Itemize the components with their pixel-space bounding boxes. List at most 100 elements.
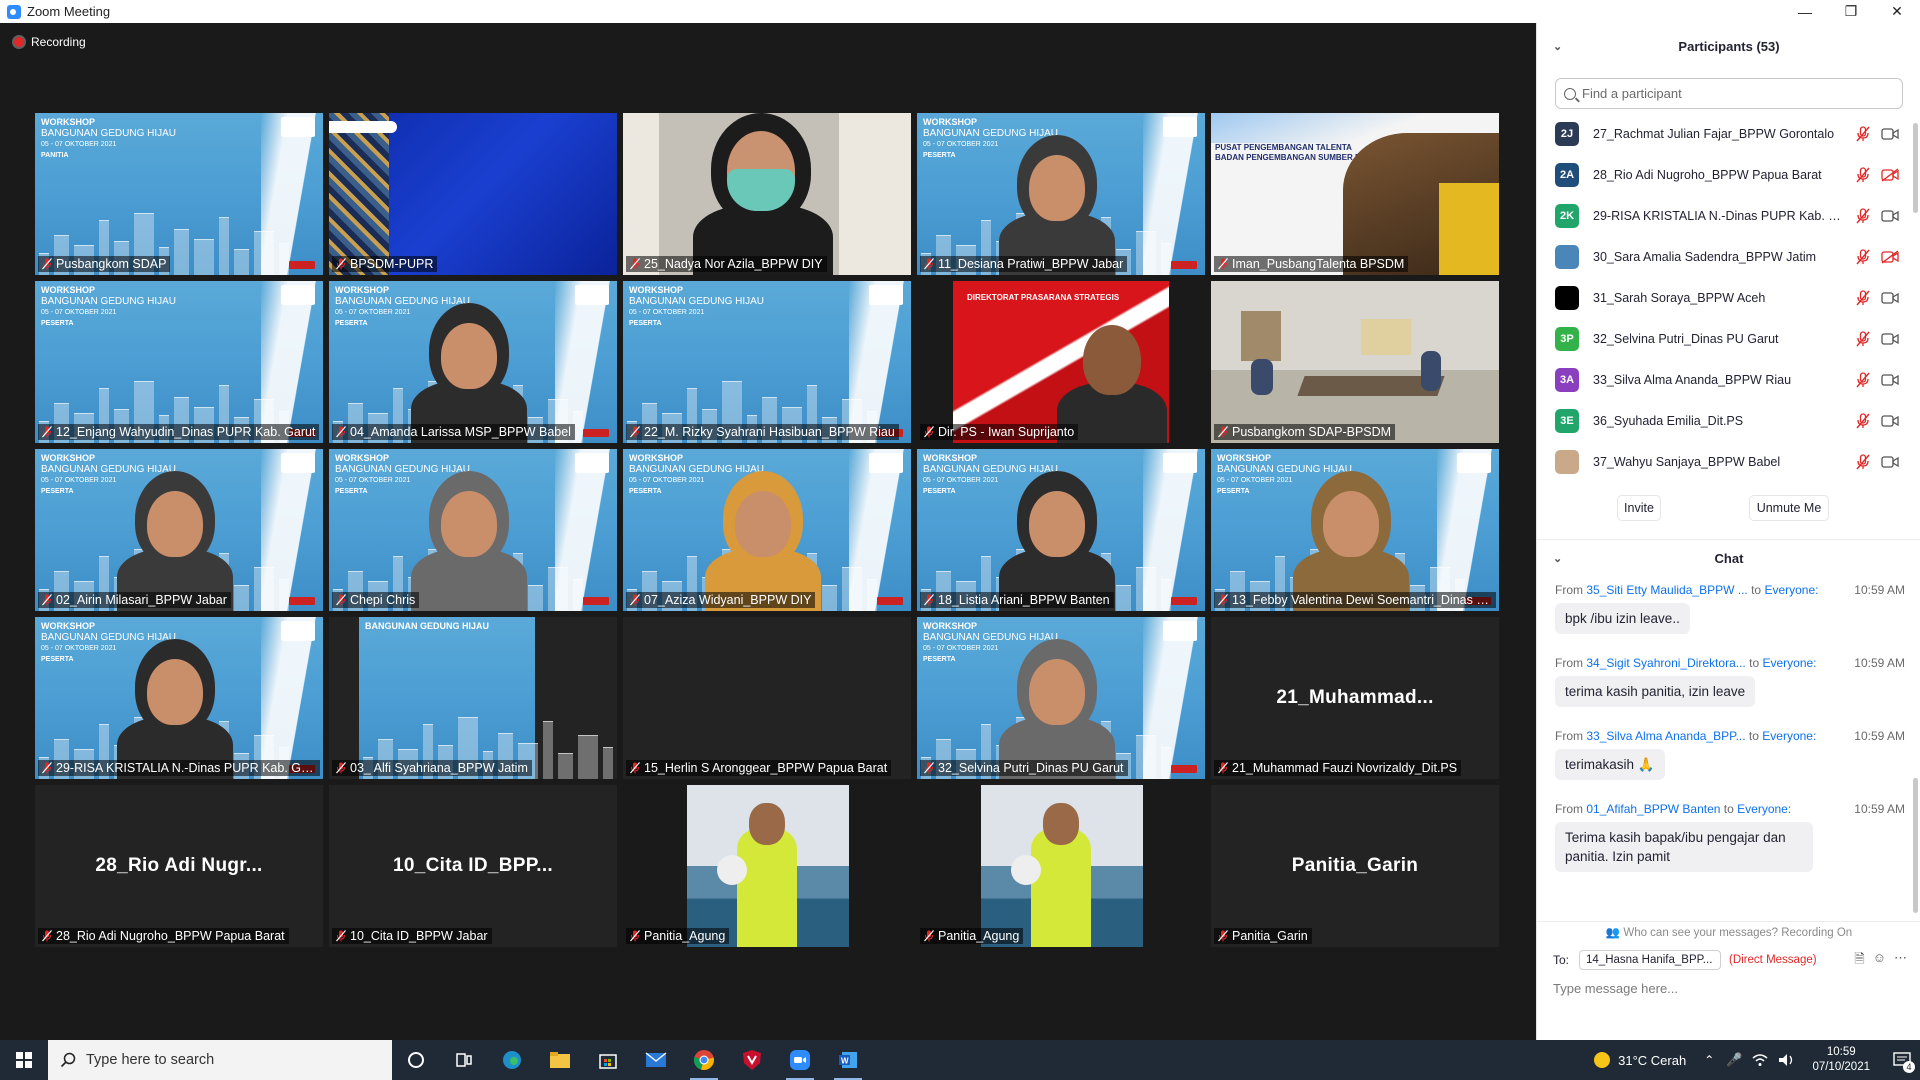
video-tile[interactable]: WORKSHOP BANGUNAN GEDUNG HIJAU 05 - 07 O… — [329, 449, 617, 611]
video-tile[interactable]: Panitia_Agung — [917, 785, 1205, 947]
chat-target[interactable]: Everyone: — [1762, 656, 1816, 670]
video-tile[interactable]: WORKSHOP BANGUNAN GEDUNG HIJAU 05 - 07 O… — [35, 113, 323, 275]
close-button[interactable]: ✕ — [1874, 0, 1920, 23]
participant-scrollbar[interactable] — [1913, 123, 1918, 213]
video-tile[interactable]: 15_Herlin S Aronggear_BPPW Papua Barat — [623, 617, 911, 779]
video-tile[interactable]: 10_Cita ID_BPP... 10_Cita ID_BPPW Jabar — [329, 785, 617, 947]
muted-mic-icon[interactable] — [1856, 125, 1870, 142]
video-tile[interactable]: BPSDM-PUPR — [329, 113, 617, 275]
participant-row[interactable]: 37_Wahyu Sanjaya_BPPW Babel — [1537, 441, 1920, 482]
video-tile[interactable]: WORKSHOP BANGUNAN GEDUNG HIJAU 05 - 07 O… — [917, 113, 1205, 275]
chat-sender[interactable]: 35_Siti Etty Maulida_BPPW ... — [1586, 583, 1747, 597]
participant-row[interactable]: 30_Sara Amalia Sadendra_BPPW Jatim — [1537, 236, 1920, 277]
chat-target[interactable]: Everyone: — [1737, 802, 1791, 816]
unmute-me-button[interactable]: Unmute Me — [1749, 495, 1829, 521]
video-tile[interactable]: Panitia_Agung — [623, 785, 911, 947]
video-tile[interactable]: Pusbangkom SDAP-BPSDM — [1211, 281, 1499, 443]
chat-sender[interactable]: 33_Silva Alma Ananda_BPP... — [1586, 729, 1745, 743]
zoom-taskbar-icon[interactable] — [776, 1040, 824, 1080]
participant-row[interactable]: 2K 29-RISA KRISTALIA N.-Dinas PUPR Kab. G… — [1537, 195, 1920, 236]
chat-scrollbar[interactable] — [1913, 778, 1918, 913]
video-tile[interactable]: WORKSHOP BANGUNAN GEDUNG HIJAU 05 - 07 O… — [623, 281, 911, 443]
muted-mic-icon[interactable] — [1856, 330, 1870, 347]
chat-privacy-notice[interactable]: 👥 Who can see your messages? Recording O… — [1537, 921, 1920, 939]
microphone-icon[interactable]: 🎤 — [1726, 1052, 1742, 1068]
participant-search[interactable] — [1555, 78, 1903, 109]
antivirus-icon[interactable] — [728, 1040, 776, 1080]
chat-sender[interactable]: 34_Sigit Syahroni_Direktora... — [1586, 656, 1745, 670]
video-tile[interactable]: WORKSHOP BANGUNAN GEDUNG HIJAU 05 - 07 O… — [1211, 449, 1499, 611]
video-icon[interactable] — [1881, 127, 1899, 141]
participant-search-input[interactable] — [1582, 86, 1882, 101]
store-icon[interactable] — [584, 1040, 632, 1080]
word-icon[interactable]: W — [824, 1040, 872, 1080]
collapse-chevron-icon[interactable]: ⌄ — [1553, 40, 1562, 53]
weather-text[interactable]: 31°C Cerah — [1618, 1053, 1686, 1068]
invite-button[interactable]: Invite — [1617, 495, 1661, 521]
chat-target[interactable]: Everyone: — [1764, 583, 1818, 597]
minimize-button[interactable]: — — [1782, 0, 1828, 23]
video-tile[interactable]: WORKSHOP BANGUNAN GEDUNG HIJAU 05 - 07 O… — [35, 281, 323, 443]
muted-mic-icon[interactable] — [1856, 248, 1870, 265]
chat-message-input[interactable] — [1553, 981, 1903, 996]
task-view-icon[interactable] — [440, 1040, 488, 1080]
video-tile[interactable]: 25_Nadya Nor Azila_BPPW DIY — [623, 113, 911, 275]
video-off-icon[interactable] — [1881, 249, 1899, 264]
chat-sender[interactable]: 01_Afifah_BPPW Banten — [1586, 802, 1720, 816]
video-tile[interactable]: PUSAT PENGEMBANGAN TALENTA BADAN PENGEMBA… — [1211, 113, 1499, 275]
clock[interactable]: 10:59 07/10/2021 — [1812, 1045, 1870, 1075]
video-tile[interactable]: 28_Rio Adi Nugr... 28_Rio Adi Nugroho_BPP… — [35, 785, 323, 947]
taskbar-search[interactable] — [48, 1040, 392, 1080]
participant-row[interactable]: 31_Sarah Soraya_BPPW Aceh — [1537, 277, 1920, 318]
video-icon[interactable] — [1881, 414, 1899, 428]
chat-target[interactable]: Everyone: — [1762, 729, 1816, 743]
chat-collapse-chevron-icon[interactable]: ⌄ — [1553, 552, 1562, 565]
restore-button[interactable]: ❐ — [1828, 0, 1874, 23]
video-icon[interactable] — [1881, 373, 1899, 387]
video-icon[interactable] — [1881, 332, 1899, 346]
video-tile[interactable]: WORKSHOP BANGUNAN GEDUNG HIJAU 05 - 07 O… — [917, 449, 1205, 611]
video-icon[interactable] — [1881, 291, 1899, 305]
file-explorer-icon[interactable] — [536, 1040, 584, 1080]
chrome-icon[interactable] — [680, 1040, 728, 1080]
notification-center-icon[interactable]: 4 — [1884, 1040, 1920, 1080]
muted-mic-icon[interactable] — [1856, 371, 1870, 388]
video-tile[interactable]: WORKSHOP BANGUNAN GEDUNG HIJAU 05 - 07 O… — [329, 281, 617, 443]
participant-row[interactable]: 2A 28_Rio Adi Nugroho_BPPW Papua Barat — [1537, 154, 1920, 195]
start-button[interactable] — [0, 1040, 48, 1080]
video-tile[interactable]: DIREKTORAT PRASARANA STRATEGIS Dir. PS - … — [917, 281, 1205, 443]
tray-chevron-icon[interactable]: ⌃ — [1704, 1053, 1714, 1067]
video-tile[interactable]: WORKSHOP BANGUNAN GEDUNG HIJAU 05 - 07 O… — [35, 449, 323, 611]
cortana-icon[interactable] — [392, 1040, 440, 1080]
video-icon[interactable] — [1881, 455, 1899, 469]
participant-row[interactable]: 2J 27_Rachmat Julian Fajar_BPPW Gorontalo — [1537, 113, 1920, 154]
mail-icon[interactable] — [632, 1040, 680, 1080]
video-tile[interactable]: BANGUNAN GEDUNG HIJAU 03_ Alfi Syahriana_… — [329, 617, 617, 779]
participant-row[interactable]: 3P 32_Selvina Putri_Dinas PU Garut — [1537, 318, 1920, 359]
participant-row[interactable]: 3A 33_Silva Alma Ananda_BPPW Riau — [1537, 359, 1920, 400]
muted-mic-icon[interactable] — [1856, 166, 1870, 183]
volume-icon[interactable] — [1778, 1053, 1796, 1067]
participant-row[interactable]: 3E 36_Syuhada Emilia_Dit.PS — [1537, 400, 1920, 441]
muted-mic-icon[interactable] — [1856, 412, 1870, 429]
muted-mic-icon[interactable] — [1856, 289, 1870, 306]
edge-browser-icon[interactable] — [488, 1040, 536, 1080]
video-tile[interactable]: Panitia_Garin Panitia_Garin — [1211, 785, 1499, 947]
participant-list[interactable]: 2J 27_Rachmat Julian Fajar_BPPW Gorontalo… — [1537, 113, 1920, 483]
video-icon[interactable] — [1881, 209, 1899, 223]
chat-messages[interactable]: From 35_Siti Etty Maulida_BPPW ... to Ev… — [1537, 583, 1920, 903]
video-off-icon[interactable] — [1881, 167, 1899, 182]
taskbar-search-input[interactable] — [86, 1052, 366, 1068]
emoji-icon[interactable]: ☺ — [1873, 950, 1886, 972]
muted-mic-icon[interactable] — [1856, 207, 1870, 224]
file-icon[interactable]: 🗎 — [1854, 950, 1864, 972]
more-icon[interactable]: ⋯ — [1894, 950, 1907, 972]
video-tile[interactable]: 21_Muhammad... 21_Muhammad Fauzi Novrizal… — [1211, 617, 1499, 779]
muted-mic-icon[interactable] — [1856, 453, 1870, 470]
video-tile[interactable]: WORKSHOP BANGUNAN GEDUNG HIJAU 05 - 07 O… — [917, 617, 1205, 779]
video-tile[interactable]: WORKSHOP BANGUNAN GEDUNG HIJAU 05 - 07 O… — [35, 617, 323, 779]
wifi-icon[interactable] — [1752, 1053, 1768, 1067]
recording-indicator[interactable]: Recording — [14, 35, 86, 49]
video-tile[interactable]: WORKSHOP BANGUNAN GEDUNG HIJAU 05 - 07 O… — [623, 449, 911, 611]
recipient-dropdown[interactable]: 14_Hasna Hanifa_BPP... ▼ — [1579, 950, 1722, 970]
